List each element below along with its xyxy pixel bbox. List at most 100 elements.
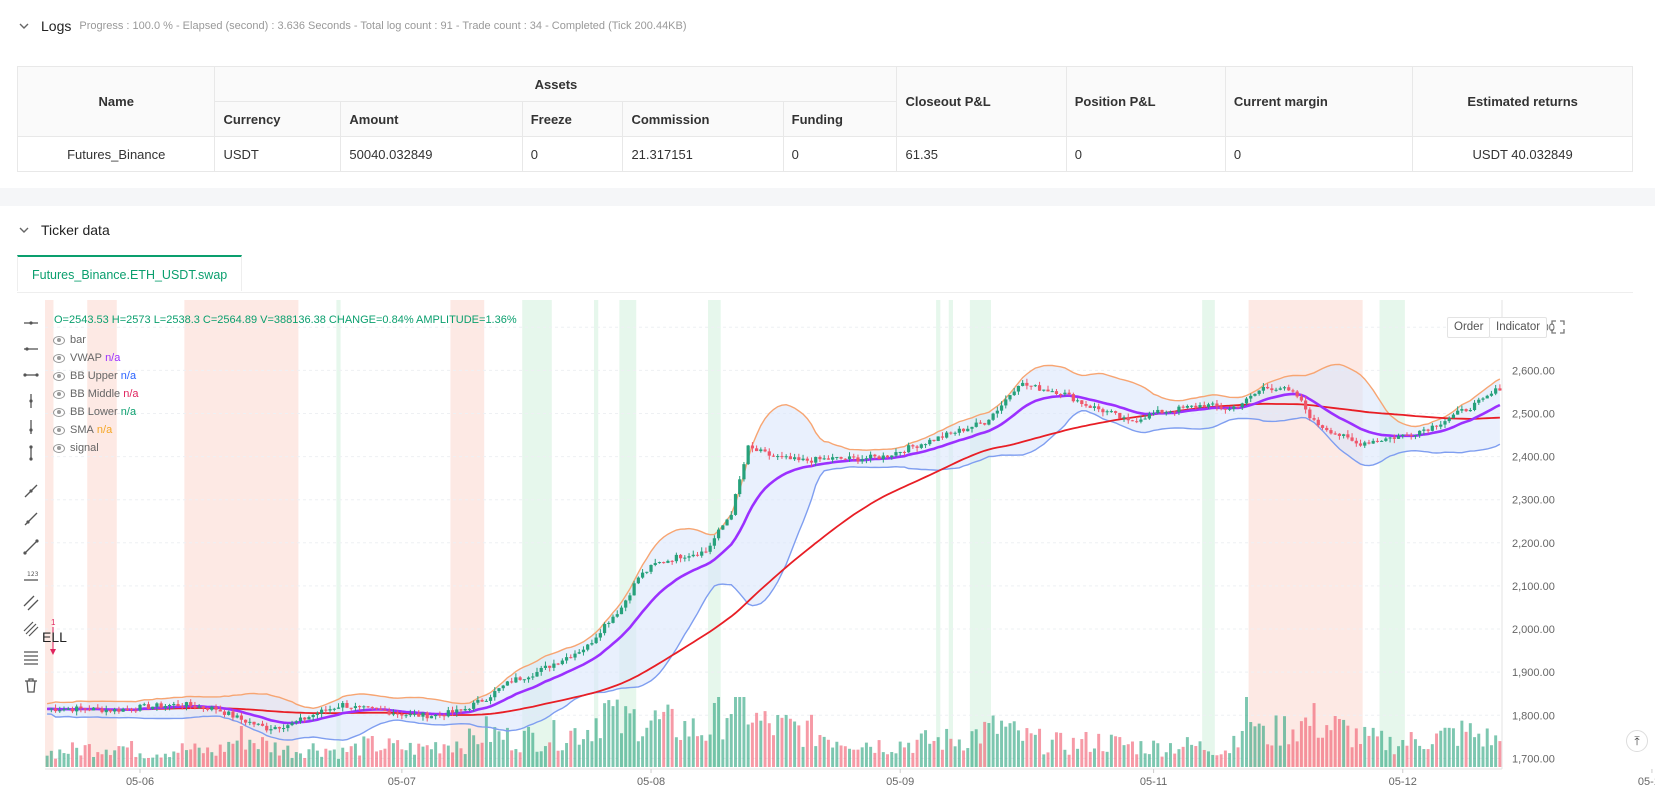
- legend-item-bb-middle[interactable]: BB Middle n/a: [53, 385, 139, 403]
- cell-amount: 50040.032849: [340, 136, 523, 172]
- volume-bar: [1371, 727, 1375, 767]
- volume-bar: [919, 733, 923, 767]
- volume-bar: [299, 753, 302, 767]
- volume-bar: [1160, 756, 1164, 767]
- chevron-down-icon[interactable]: [17, 19, 31, 33]
- volume-bar: [248, 739, 252, 767]
- candle-body: [383, 709, 387, 711]
- candle-body: [53, 708, 58, 712]
- chevron-down-icon[interactable]: [17, 223, 31, 237]
- candle-body: [573, 653, 577, 658]
- candle-body: [256, 723, 260, 725]
- eye-icon[interactable]: [53, 389, 65, 399]
- candle-body: [1426, 429, 1430, 431]
- candle-body: [953, 432, 957, 434]
- segment-icon[interactable]: [22, 538, 40, 556]
- volume-bar: [421, 746, 425, 767]
- indicator-button[interactable]: Indicator: [1489, 317, 1548, 338]
- legend-item-signal[interactable]: signal: [53, 439, 139, 457]
- tab-eth-usdt-swap[interactable]: Futures_Binance.ETH_USDT.swap: [17, 255, 243, 291]
- candle-body: [1443, 421, 1447, 425]
- volume-bar: [970, 731, 974, 767]
- volume-bar: [413, 754, 417, 767]
- vertical-ray-icon[interactable]: [22, 392, 40, 410]
- candle-body: [1168, 411, 1173, 413]
- volume-bar: [1359, 743, 1363, 767]
- volume-bar: [353, 743, 357, 767]
- legend-item-bb-upper[interactable]: BB Upper n/a: [53, 367, 139, 385]
- volume-bar: [1392, 754, 1396, 767]
- volume-bar: [674, 737, 678, 767]
- parallel-channel-icon[interactable]: [22, 594, 40, 612]
- y-tick-label: 1,900.00: [1512, 667, 1555, 679]
- legend-item-vwap[interactable]: VWAP n/a: [53, 349, 139, 367]
- eye-icon[interactable]: [53, 425, 65, 435]
- volume-bar: [1325, 725, 1329, 767]
- volume-bar: [653, 710, 657, 767]
- trend-ray-icon[interactable]: [22, 482, 40, 500]
- candle-body: [227, 711, 231, 715]
- volume-bar: [261, 737, 264, 767]
- order-button[interactable]: Order: [1447, 317, 1491, 338]
- volume-bar: [514, 749, 518, 767]
- volume-bar: [1190, 744, 1194, 767]
- candle-body: [721, 525, 725, 530]
- section-divider: [0, 188, 1655, 206]
- col-commission: Commission: [622, 101, 784, 137]
- legend-item-bar[interactable]: bar: [53, 331, 139, 349]
- eye-icon[interactable]: [53, 371, 65, 381]
- volume-bar: [928, 743, 932, 767]
- logs-header[interactable]: Logs Progress : 100.0 % - Elapsed (secon…: [0, 6, 687, 46]
- trend-line-icon[interactable]: [22, 510, 40, 528]
- price-label-icon[interactable]: 123: [22, 566, 40, 584]
- volume-bar: [1468, 723, 1472, 767]
- eye-icon[interactable]: [53, 353, 65, 363]
- candle-body: [860, 459, 864, 462]
- volume-bar: [1076, 748, 1080, 767]
- volume-bar: [1025, 728, 1029, 767]
- candle-body: [1388, 437, 1392, 439]
- candle-body: [248, 721, 252, 723]
- fib-channel-icon[interactable]: [22, 620, 40, 638]
- legend-item-bb-lower[interactable]: BB Lower n/a: [53, 403, 139, 421]
- volume-bar: [835, 741, 839, 767]
- volume-bar: [1346, 725, 1350, 767]
- candle-body: [1266, 386, 1270, 389]
- candle-body: [1181, 406, 1185, 408]
- candle-body: [159, 703, 163, 708]
- eye-icon[interactable]: [53, 443, 65, 453]
- horizontal-segment-icon[interactable]: [22, 366, 40, 384]
- horizontal-ray-icon[interactable]: [22, 314, 40, 332]
- volume-bar: [645, 727, 649, 767]
- legend-item-sma[interactable]: SMA n/a: [53, 421, 139, 439]
- volume-bar: [619, 733, 623, 767]
- candle-body: [700, 551, 704, 556]
- volume-bar: [92, 756, 96, 767]
- eye-icon[interactable]: [53, 335, 65, 345]
- volume-bar: [362, 736, 366, 767]
- price-chart[interactable]: 2,700.002,600.002,500.002,400.002,300.00…: [0, 300, 1655, 802]
- candle-body: [1244, 398, 1249, 404]
- ticker-header[interactable]: Ticker data: [0, 210, 110, 250]
- scroll-to-top-button[interactable]: ⤒: [1626, 730, 1648, 752]
- expand-icon[interactable]: [1551, 320, 1565, 334]
- candle-body: [269, 729, 273, 731]
- x-tick-label: 05-13: [1638, 776, 1655, 788]
- col-margin: Current margin: [1224, 66, 1414, 137]
- x-tick-label: 05-08: [637, 776, 665, 788]
- candle-body: [1401, 434, 1405, 436]
- volume-bar: [607, 700, 611, 767]
- vertical-line-icon[interactable]: [22, 418, 40, 436]
- horizontal-line-icon[interactable]: [22, 340, 40, 358]
- volume-bar: [569, 730, 573, 767]
- candle-body: [881, 455, 885, 460]
- candle-body: [467, 708, 472, 710]
- y-tick-label: 2,500.00: [1512, 408, 1555, 420]
- candle-body: [1080, 400, 1084, 405]
- fib-retracement-icon[interactable]: [22, 648, 40, 666]
- vertical-segment-icon[interactable]: [22, 444, 40, 462]
- candle-body: [1456, 410, 1460, 415]
- volume-bar: [1354, 728, 1358, 767]
- trash-icon[interactable]: [22, 676, 40, 694]
- eye-icon[interactable]: [53, 407, 65, 417]
